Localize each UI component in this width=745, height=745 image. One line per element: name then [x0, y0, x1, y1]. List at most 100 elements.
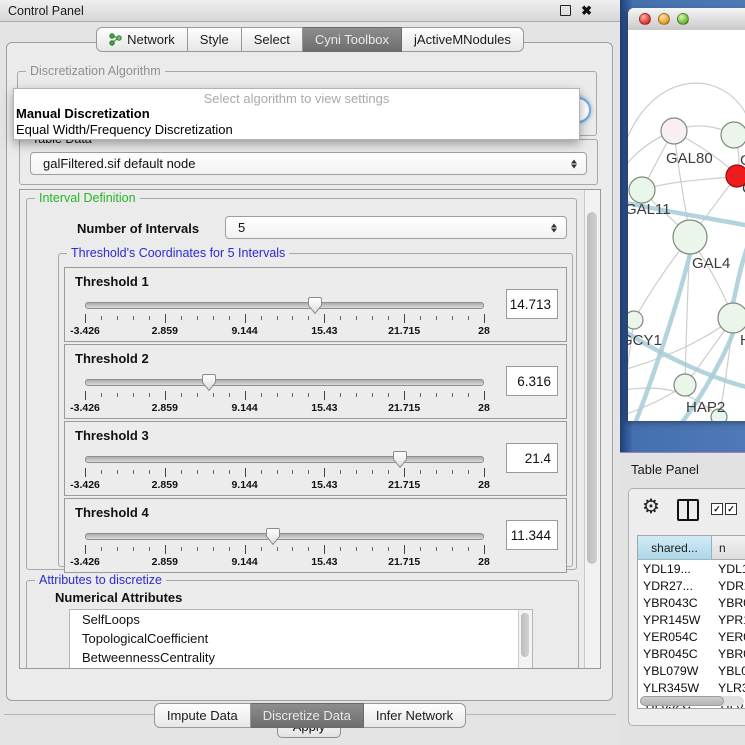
tick-mark: [404, 391, 405, 400]
list-item[interactable]: TopologicalCoefficient: [70, 629, 532, 648]
threshold-slider[interactable]: -3.4262.8599.14415.4321.71528: [77, 448, 492, 492]
slider-track[interactable]: [85, 302, 484, 309]
node-label: GAL4: [692, 255, 730, 272]
close-traffic-light-icon[interactable]: [639, 13, 651, 25]
checkbox-checked-icon[interactable]: ✓: [711, 503, 723, 515]
slider-tick-labels: -3.4262.8599.14415.4321.71528: [85, 402, 484, 414]
tab-network[interactable]: Network: [96, 27, 188, 52]
tab-impute-data[interactable]: Impute Data: [154, 703, 251, 728]
edge-thin[interactable]: [642, 176, 737, 190]
algorithm-group-title: Discretization Algorithm: [26, 64, 165, 78]
threshold-slider[interactable]: -3.4262.8599.14415.4321.71528: [77, 371, 492, 415]
algorithm-dropdown-placeholder: Select algorithm to view settings: [14, 89, 579, 106]
table-data-combobox[interactable]: galFiltered.sif default node: [30, 152, 587, 175]
algorithm-option-equal-width[interactable]: Equal Width/Frequency Discretization: [14, 122, 579, 138]
threshold-value-field[interactable]: 21.4: [506, 443, 558, 473]
checkbox-checked-icon[interactable]: ✓: [725, 503, 737, 515]
attributes-list-scrollbar[interactable]: [518, 610, 532, 669]
slider-track[interactable]: [85, 533, 484, 540]
threshold-slider[interactable]: -3.4262.8599.14415.4321.71528: [77, 294, 492, 338]
tick-mark: [85, 314, 86, 323]
network-node-green[interactable]: [674, 374, 696, 396]
table-row[interactable]: YPR145WYPR1: [638, 611, 745, 628]
table-horizontal-scrollbar[interactable]: [640, 696, 744, 706]
node-label: HAP2: [686, 399, 725, 416]
table-toolbar: ⚙ ✓ ✓: [629, 489, 745, 529]
table-row[interactable]: YDL19...YDL1: [638, 560, 745, 577]
numerical-attributes-label: Numerical Attributes: [55, 590, 182, 605]
close-icon[interactable]: ✖: [581, 4, 592, 17]
table-row[interactable]: YER054CYER0: [638, 628, 745, 645]
control-panel: Control Panel ✖ Network: [0, 0, 621, 745]
network-canvas[interactable]: GAL80GCGAL11GAL4GCY1HHAP2: [628, 30, 745, 421]
settings-scrollbar-thumb[interactable]: [587, 212, 597, 564]
tick-mark: [117, 470, 118, 474]
tab-cyni-toolbox[interactable]: Cyni Toolbox: [303, 27, 402, 52]
tick-mark: [292, 393, 293, 397]
tab-infer-network[interactable]: Infer Network: [364, 703, 466, 728]
cell-name: YDL1: [711, 562, 745, 576]
float-window-icon[interactable]: [560, 5, 571, 16]
tick-mark: [404, 468, 405, 477]
network-node-green[interactable]: [628, 311, 643, 329]
tab-discretize-data[interactable]: Discretize Data: [251, 703, 364, 728]
network-node-green[interactable]: [629, 177, 655, 203]
slider-ticks: [85, 545, 484, 555]
tick-label: 21.715: [388, 402, 420, 414]
table-horizontal-scrollbar-thumb[interactable]: [640, 696, 724, 706]
column-layout-icon[interactable]: [677, 499, 699, 521]
tab-style-label: Style: [200, 32, 229, 47]
slider-tick-labels: -3.4262.8599.14415.4321.71528: [85, 479, 484, 491]
threshold-slider[interactable]: -3.4262.8599.14415.4321.71528: [77, 525, 492, 569]
network-node-pink[interactable]: [661, 118, 687, 144]
table-row[interactable]: YDR27...YDR2: [638, 577, 745, 594]
settings-scrollbar[interactable]: [584, 190, 600, 668]
slider-thumb[interactable]: [392, 450, 408, 469]
tick-label: 15.43: [311, 402, 337, 414]
table-row[interactable]: YBL079WYBL0: [638, 662, 745, 679]
thresholds-list: Threshold 1 -3.4262.8599.14415.4321.71528…: [64, 267, 567, 575]
tick-mark: [277, 393, 278, 397]
tab-jactivemnodules[interactable]: jActiveMNodules: [402, 27, 524, 52]
bottom-tab-bar: Impute Data Discretize Data Infer Networ…: [0, 703, 620, 728]
edge-thick[interactable]: [733, 240, 745, 303]
tick-mark: [372, 393, 373, 397]
tick-mark: [468, 316, 469, 320]
threshold-label: Threshold 1: [75, 274, 149, 289]
network-node-green[interactable]: [721, 122, 745, 148]
slider-thumb[interactable]: [201, 373, 217, 392]
tick-mark: [101, 547, 102, 551]
algorithm-option-manual[interactable]: Manual Discretization: [14, 106, 579, 122]
table-row[interactable]: YBR045CYBR0: [638, 645, 745, 662]
table-row[interactable]: YBR043CYBR0: [638, 594, 745, 611]
threshold-value-field[interactable]: 11.344: [506, 520, 558, 550]
threshold-label: Threshold 2: [75, 351, 149, 366]
column-header-name[interactable]: n: [712, 536, 745, 560]
table-row[interactable]: YLR345WYLR3: [638, 679, 745, 696]
tab-select[interactable]: Select: [242, 27, 303, 52]
cell-shared-name: YPR145W: [638, 613, 711, 627]
tick-mark: [261, 547, 262, 551]
slider-track[interactable]: [85, 456, 484, 463]
zoom-traffic-light-icon[interactable]: [677, 13, 689, 25]
list-item[interactable]: BetweennessCentrality: [70, 648, 532, 667]
tab-style[interactable]: Style: [188, 27, 242, 52]
slider-ticks: [85, 314, 484, 324]
number-of-intervals-combobox[interactable]: 5: [225, 216, 567, 239]
list-item[interactable]: SelfLoops: [70, 610, 532, 629]
slider-thumb[interactable]: [265, 527, 281, 546]
threshold-value-field[interactable]: 6.316: [506, 366, 558, 396]
network-node-green[interactable]: [673, 220, 707, 254]
network-node-green[interactable]: [718, 303, 745, 333]
column-header-shared-name[interactable]: shared...: [638, 536, 712, 560]
threshold-value-field[interactable]: 14.713: [506, 289, 558, 319]
slider-track[interactable]: [85, 379, 484, 386]
minimize-traffic-light-icon[interactable]: [658, 13, 670, 25]
tick-mark: [149, 547, 150, 551]
attributes-list-scrollbar-thumb[interactable]: [521, 613, 529, 657]
numerical-attributes-list[interactable]: SelfLoopsTopologicalCoefficientBetweenne…: [69, 609, 533, 669]
network-window-titlebar: [628, 8, 745, 31]
slider-thumb[interactable]: [307, 296, 323, 315]
tick-mark: [149, 470, 150, 474]
settings-gear-icon[interactable]: ⚙: [642, 494, 660, 519]
